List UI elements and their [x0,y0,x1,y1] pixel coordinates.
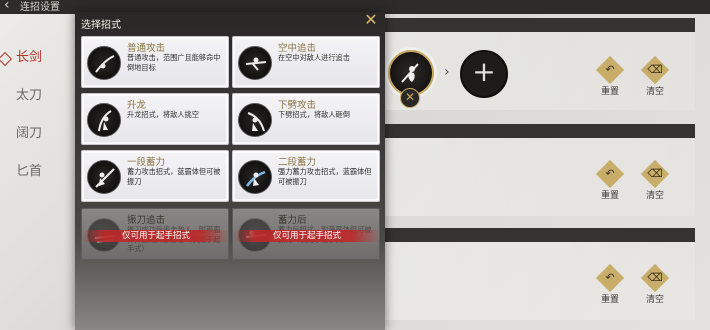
weapon-tab-dagger[interactable]: 匕首 [0,154,72,192]
weapon-tab-broadblade[interactable]: 阔刀 [0,116,72,154]
close-x-icon[interactable]: ✕ [363,12,379,29]
trash-icon: ⌫ [647,63,663,76]
skill-desc: 强力蓄力攻击招式，蓝霸体但可被振刀 [278,167,372,186]
clear-label: 清空 [645,295,664,305]
reset-button[interactable]: ↶ 重置 [592,263,628,305]
skill-card-rising-dragon[interactable]: 升龙 升龙招式，将敌人挑空 [81,93,229,145]
page-title: 连招设置 [20,2,60,13]
skill-name: 振刀追击 [127,215,166,226]
charge-icon [87,160,121,194]
skill-desc: 下劈招式，将敌人砸倒 [278,110,350,119]
skill-name: 升龙 [127,100,147,111]
reset-button[interactable]: ↶ 重置 [592,55,628,97]
restriction-text: 仅可用于起手招式 [273,231,342,241]
skill-card-downward-strike[interactable]: 下劈攻击 下劈招式，将敌人砸倒 [232,93,380,145]
reset-label: 重置 [600,295,619,305]
skill-desc: 普通攻击，范围广且能够命中倒地目标 [127,53,221,72]
modal-title: 选择招式 [81,20,121,31]
chevron-right-icon: › [444,64,450,80]
charge-blue-icon [238,160,272,194]
remove-x-icon[interactable]: ✕ [400,88,420,108]
skill-desc: 在空中对敌人进行追击 [278,53,350,62]
clear-button[interactable]: ⌫ 清空 [637,55,673,97]
restriction-text: 仅可用于起手招式 [122,231,191,241]
weapon-list: 长剑 太刀 阔刀 匕首 [0,40,72,192]
skill-card-after-charge: 蓄力后 蓄力后招式，附带霸体但可被振刀（仅用于起手式） 仅可用于起手招式 [232,208,380,260]
undo-icon: ↶ [605,271,615,284]
air-strike-icon [238,46,272,80]
skill-card-charge-2[interactable]: 二段蓄力 强力蓄力攻击招式，蓝霸体但可被振刀 [232,150,380,202]
clear-button[interactable]: ⌫ 清空 [637,263,673,305]
skill-name: 下劈攻击 [278,100,317,111]
reset-label: 重置 [600,191,619,201]
skill-name: 一段蓄力 [127,157,166,168]
skill-card-normal-attack[interactable]: 普通攻击 普通攻击，范围广且能够命中倒地目标 [81,36,229,88]
undo-icon: ↶ [605,63,615,76]
down-slash-icon [238,103,272,137]
weapon-tab-longsword[interactable]: 长剑 [0,40,72,78]
trash-icon: ⌫ [647,167,663,180]
skill-name: 二段蓄力 [278,157,317,168]
weapon-tab-katana[interactable]: 太刀 [0,78,72,116]
skill-select-modal: 选择招式 ✕ 普通攻击 普通攻击，范围广且能够命中倒地目标 空中追击 在空中对敌… [75,12,385,330]
skill-name: 普通攻击 [127,43,166,54]
clear-button[interactable]: ⌫ 清空 [637,159,673,201]
add-skill-button[interactable]: + [460,50,508,98]
clear-label: 清空 [645,191,664,201]
trash-icon: ⌫ [647,271,663,284]
skill-name: 蓄力后 [278,215,307,226]
skill-card-parry-chase: 振刀追击 振刀成功后追击敌人，附带霸体并造成高额伤害（仅用于起手式） 仅可用于起… [81,208,229,260]
clear-label: 清空 [645,87,664,97]
swordsman-icon [401,63,419,83]
back-arrow-icon[interactable]: ‹ [4,0,10,13]
reset-label: 重置 [600,87,619,97]
rising-slash-icon [87,103,121,137]
skill-name: 空中追击 [278,43,317,54]
restriction-banner: 仅可用于起手招式 [233,230,379,242]
skill-desc: 升龙招式，将敌人挑空 [127,110,199,119]
slash-icon [87,46,121,80]
reset-button[interactable]: ↶ 重置 [592,159,628,201]
skill-card-air-chase[interactable]: 空中追击 在空中对敌人进行追击 [232,36,380,88]
skill-desc: 蓄力攻击招式，蓝霸体但可被振刀 [127,167,221,186]
undo-icon: ↶ [605,167,615,180]
skill-card-charge-1[interactable]: 一段蓄力 蓄力攻击招式，蓝霸体但可被振刀 [81,150,229,202]
restriction-banner: 仅可用于起手招式 [82,230,228,242]
